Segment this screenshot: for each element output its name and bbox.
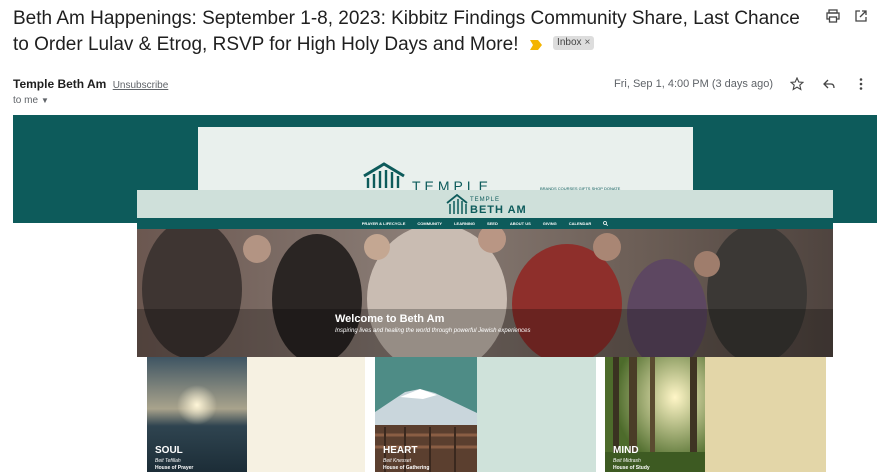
nav-item[interactable]: ABOUT US [510,221,531,226]
sender-row: Temple Beth Am Unsubscribe [13,77,168,91]
recipient-details[interactable]: to me ▼ [13,95,49,106]
card-subtitle: Beit Knesset [383,458,412,464]
site-logo-bottom: BETH AM [470,204,527,216]
site-nav: PRAYER & LIFECYCLE COMMUNITY LEARNING SE… [137,218,833,229]
hero-subtitle: Inspiring lives and healing the world th… [335,328,531,334]
card-title: SOUL [155,445,183,456]
unsubscribe-link[interactable]: Unsubscribe [113,80,169,91]
card-heart[interactable]: HEART Beit Knesset House of Gathering [375,357,596,472]
temple-logo-icon [363,162,405,188]
crowd-photo [137,229,833,357]
nav-item[interactable]: CALENDAR [569,221,591,226]
more-vert-icon[interactable] [853,76,869,92]
nav-item[interactable]: GIVING [543,221,557,226]
inbox-label-chip[interactable]: Inbox × [553,35,595,50]
card-title: HEART [383,445,418,456]
card-title: MIND [613,445,639,456]
message-meta: Fri, Sep 1, 4:00 PM (3 days ago) [614,76,869,92]
important-marker-icon[interactable] [529,39,542,50]
site-logo-top: TEMPLE [470,197,501,203]
card-subtitle: Beit Tefillah [155,458,181,464]
card-caption: House of Prayer [155,465,194,471]
nav-item[interactable]: PRAYER & LIFECYCLE [362,221,406,226]
sender-name[interactable]: Temple Beth Am [13,77,106,91]
hero-title: Welcome to Beth Am [335,313,445,325]
card-caption: House of Gathering [383,465,430,471]
site-logo-icon [446,194,468,214]
card-mind[interactable]: MIND Beit Midrash House of Study [605,357,826,472]
card-soul[interactable]: SOUL Beit Tefillah House of Prayer [147,357,365,472]
search-icon[interactable] [603,221,609,226]
hero-image [137,229,833,357]
subject-text: Beth Am Happenings: September 1-8, 2023:… [13,8,800,55]
nav-item[interactable]: SEED [487,221,498,226]
chevron-down-icon[interactable]: ▼ [41,96,49,105]
card-subtitle: Beit Midrash [613,458,641,464]
inbox-label-text: Inbox [557,36,582,48]
message-date: Fri, Sep 1, 4:00 PM (3 days ago) [614,78,773,90]
nav-item[interactable]: LEARNING [454,221,475,226]
email-subject: Beth Am Happenings: September 1-8, 2023:… [13,6,813,58]
open-new-window-icon[interactable] [853,8,869,24]
print-icon[interactable] [825,8,841,24]
nav-item[interactable]: COMMUNITY [417,221,442,226]
reply-icon[interactable] [821,76,837,92]
card-caption: House of Study [613,465,650,471]
recipient-text: to me [13,95,39,106]
star-icon[interactable] [789,76,805,92]
remove-label-icon[interactable]: × [585,37,591,48]
thread-actions [825,8,869,24]
